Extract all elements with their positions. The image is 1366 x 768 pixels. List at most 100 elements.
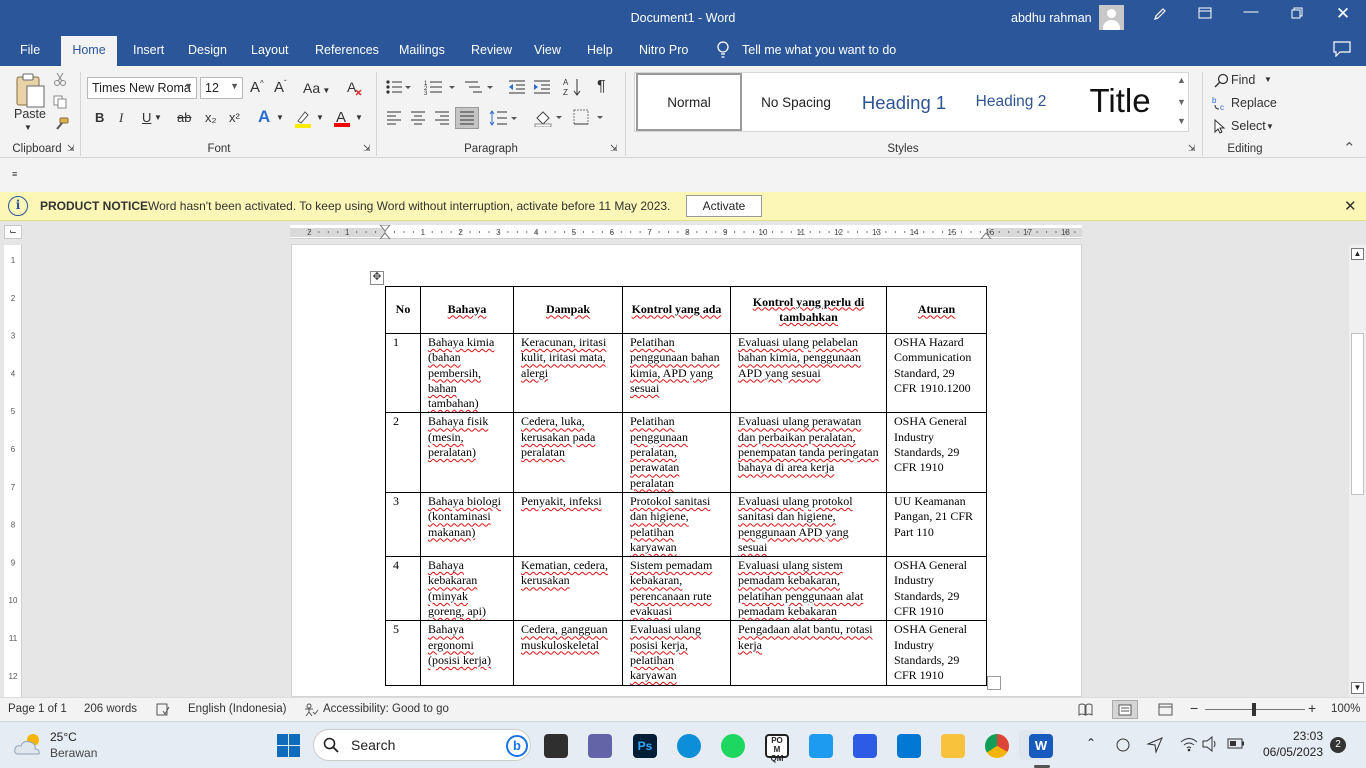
pomodoro-app-icon[interactable]: PO M QM [765,734,789,763]
align-center-icon[interactable] [410,111,426,128]
show-formatting-button[interactable]: ¶ [597,78,606,96]
minimize-button[interactable]: — [1236,3,1266,20]
tab-view[interactable]: View [534,43,561,57]
decrease-indent-icon[interactable] [508,79,526,98]
scroll-down-icon[interactable]: ▼ [1351,682,1364,694]
replace-icon[interactable]: bc [1212,95,1228,114]
tab-mailings[interactable]: Mailings [399,43,445,57]
zoom-in-button[interactable]: + [1308,700,1316,716]
paste-label[interactable]: Paste [14,107,46,121]
tab-references[interactable]: References [315,43,379,57]
page-count[interactable]: Page 1 of 1 [8,703,67,715]
table-cell[interactable]: Pelatihan penggunaan peralatan, perawata… [622,412,731,493]
replace-button[interactable]: Replace [1231,96,1277,110]
font-name-combo[interactable]: Times New Roma ▼ [87,77,197,99]
select-dropdown-icon[interactable]: ▼ [1266,122,1274,131]
grow-font-icon[interactable]: A^ [250,79,264,96]
text-effects-icon[interactable]: A [258,107,270,127]
bullets-icon[interactable] [385,79,411,98]
notification-badge[interactable]: 2 [1330,737,1346,753]
cut-icon[interactable] [53,72,67,89]
justify-icon[interactable] [455,107,479,129]
font-color-icon[interactable]: A [333,108,351,131]
sync-icon[interactable] [1114,736,1132,757]
tell-me-search[interactable]: Tell me what you want to do [742,43,896,57]
numbering-icon[interactable]: 123 [424,79,456,98]
italic-button[interactable]: I [119,110,123,126]
increase-indent-icon[interactable] [533,79,551,98]
table-cell[interactable]: Bahaya kebakaran (minyak goreng, api) [420,556,514,622]
weather-temp[interactable]: 25°C [50,730,77,744]
table-cell[interactable]: 3 [385,491,421,558]
borders-icon[interactable] [573,109,605,128]
shrink-font-icon[interactable]: Aˇ [274,79,287,96]
table-cell[interactable]: 5 [385,620,421,686]
spotify-icon[interactable] [721,734,745,758]
table-cell[interactable]: Protokol sanitasi dan higiene, pelatihan… [622,491,731,558]
styles-more-icon[interactable]: ▼ [1177,116,1186,126]
close-notice-icon[interactable]: ✕ [1344,197,1357,215]
edge-icon[interactable] [677,734,701,758]
font-color-dropdown-icon[interactable]: ▼ [355,113,363,122]
clipboard-launcher-icon[interactable]: ⇲ [67,143,75,154]
table-cell[interactable]: Sistem pemadam kebakaran, perencanaan ru… [622,556,731,622]
table-cell[interactable]: 4 [385,556,421,622]
comments-icon[interactable] [1333,41,1351,60]
table-cell[interactable]: 1 [385,332,421,414]
avatar[interactable] [1099,5,1124,30]
bold-button[interactable]: B [95,110,104,125]
style-no-spacing[interactable]: No Spacing [745,73,847,131]
chrome-icon[interactable] [985,734,1009,758]
teams-icon[interactable] [588,734,612,758]
table-cell[interactable]: Kematian, cedera, kerusakan [513,556,623,622]
taskbar-search[interactable]: Search [313,729,531,761]
table-cell[interactable]: Pelatihan penggunaan bahan kimia, APD ya… [622,332,731,414]
table-cell[interactable]: OSHA General Industry Standards, 29 CFR … [886,556,987,622]
paste-dropdown-icon[interactable]: ▼ [24,123,32,132]
windows-start-icon[interactable] [277,734,300,760]
table-cell[interactable]: Evaluasi ulang perawatan dan perbaikan p… [730,412,887,493]
text-effects-dropdown-icon[interactable]: ▼ [276,113,284,122]
horizontal-ruler[interactable]: 21123456789101112131415161718 [290,224,1082,240]
find-button[interactable]: Find [1231,73,1255,87]
change-case-button[interactable]: Aa ▼ [303,80,330,96]
tray-overflow-icon[interactable]: ⌃ [1086,736,1096,750]
app-icon[interactable] [853,734,877,758]
print-layout-icon[interactable] [1112,700,1138,719]
battery-icon[interactable] [1227,738,1245,752]
underline-dropdown-icon[interactable]: ▼ [154,113,162,122]
twitter-icon[interactable] [809,734,833,758]
scrollbar-thumb[interactable] [1351,333,1364,495]
table-cell[interactable]: Keracunan, iritasi kulit, iritasi mata, … [513,332,623,414]
mail-icon[interactable] [897,734,921,758]
table-move-handle-icon[interactable]: ✥ [370,271,384,285]
format-painter-icon[interactable] [53,117,69,136]
style-heading-2[interactable]: Heading 2 [961,73,1061,131]
pen-icon[interactable] [1145,6,1175,26]
styles-launcher-icon[interactable]: ⇲ [1188,143,1196,154]
clock-date[interactable]: 06/05/2023 [1250,745,1323,759]
table-cell[interactable]: Evaluasi ulang sistem pemadam kebakaran,… [730,556,887,622]
accessibility-status[interactable]: Accessibility: Good to go [323,703,449,715]
vertical-ruler[interactable]: 1234567891011121314 [4,245,22,756]
tab-design[interactable]: Design [188,43,227,57]
zoom-out-button[interactable]: − [1190,700,1198,716]
user-name[interactable]: abdhu rahman [1011,11,1092,25]
bing-icon[interactable]: b [506,735,528,757]
style-title[interactable]: Title [1065,73,1175,131]
table-cell[interactable]: OSHA General Industry Standards, 29 CFR … [886,412,987,493]
table-cell[interactable]: Bahaya kimia (bahan pembersih, bahan tam… [420,332,514,414]
weather-desc[interactable]: Berawan [50,746,97,760]
weather-icon[interactable] [14,730,44,761]
font-size-combo[interactable]: 12 ▼ [200,77,243,99]
align-right-icon[interactable] [434,111,450,128]
location-icon[interactable] [1146,736,1164,757]
table-cell[interactable]: Cedera, luka, kerusakan pada peralatan [513,412,623,493]
style-heading-1[interactable]: Heading 1 [850,73,958,131]
table-cell[interactable]: Evaluasi ulang pelabelan bahan kimia, pe… [730,332,887,414]
table-cell[interactable]: Cedera, gangguan muskuloskeletal [513,620,623,686]
tab-help[interactable]: Help [587,43,613,57]
customize-quick-access-icon[interactable]: ≡ [12,169,17,179]
tab-layout[interactable]: Layout [251,43,289,57]
tab-selector-icon[interactable]: ⌙ [4,225,22,239]
